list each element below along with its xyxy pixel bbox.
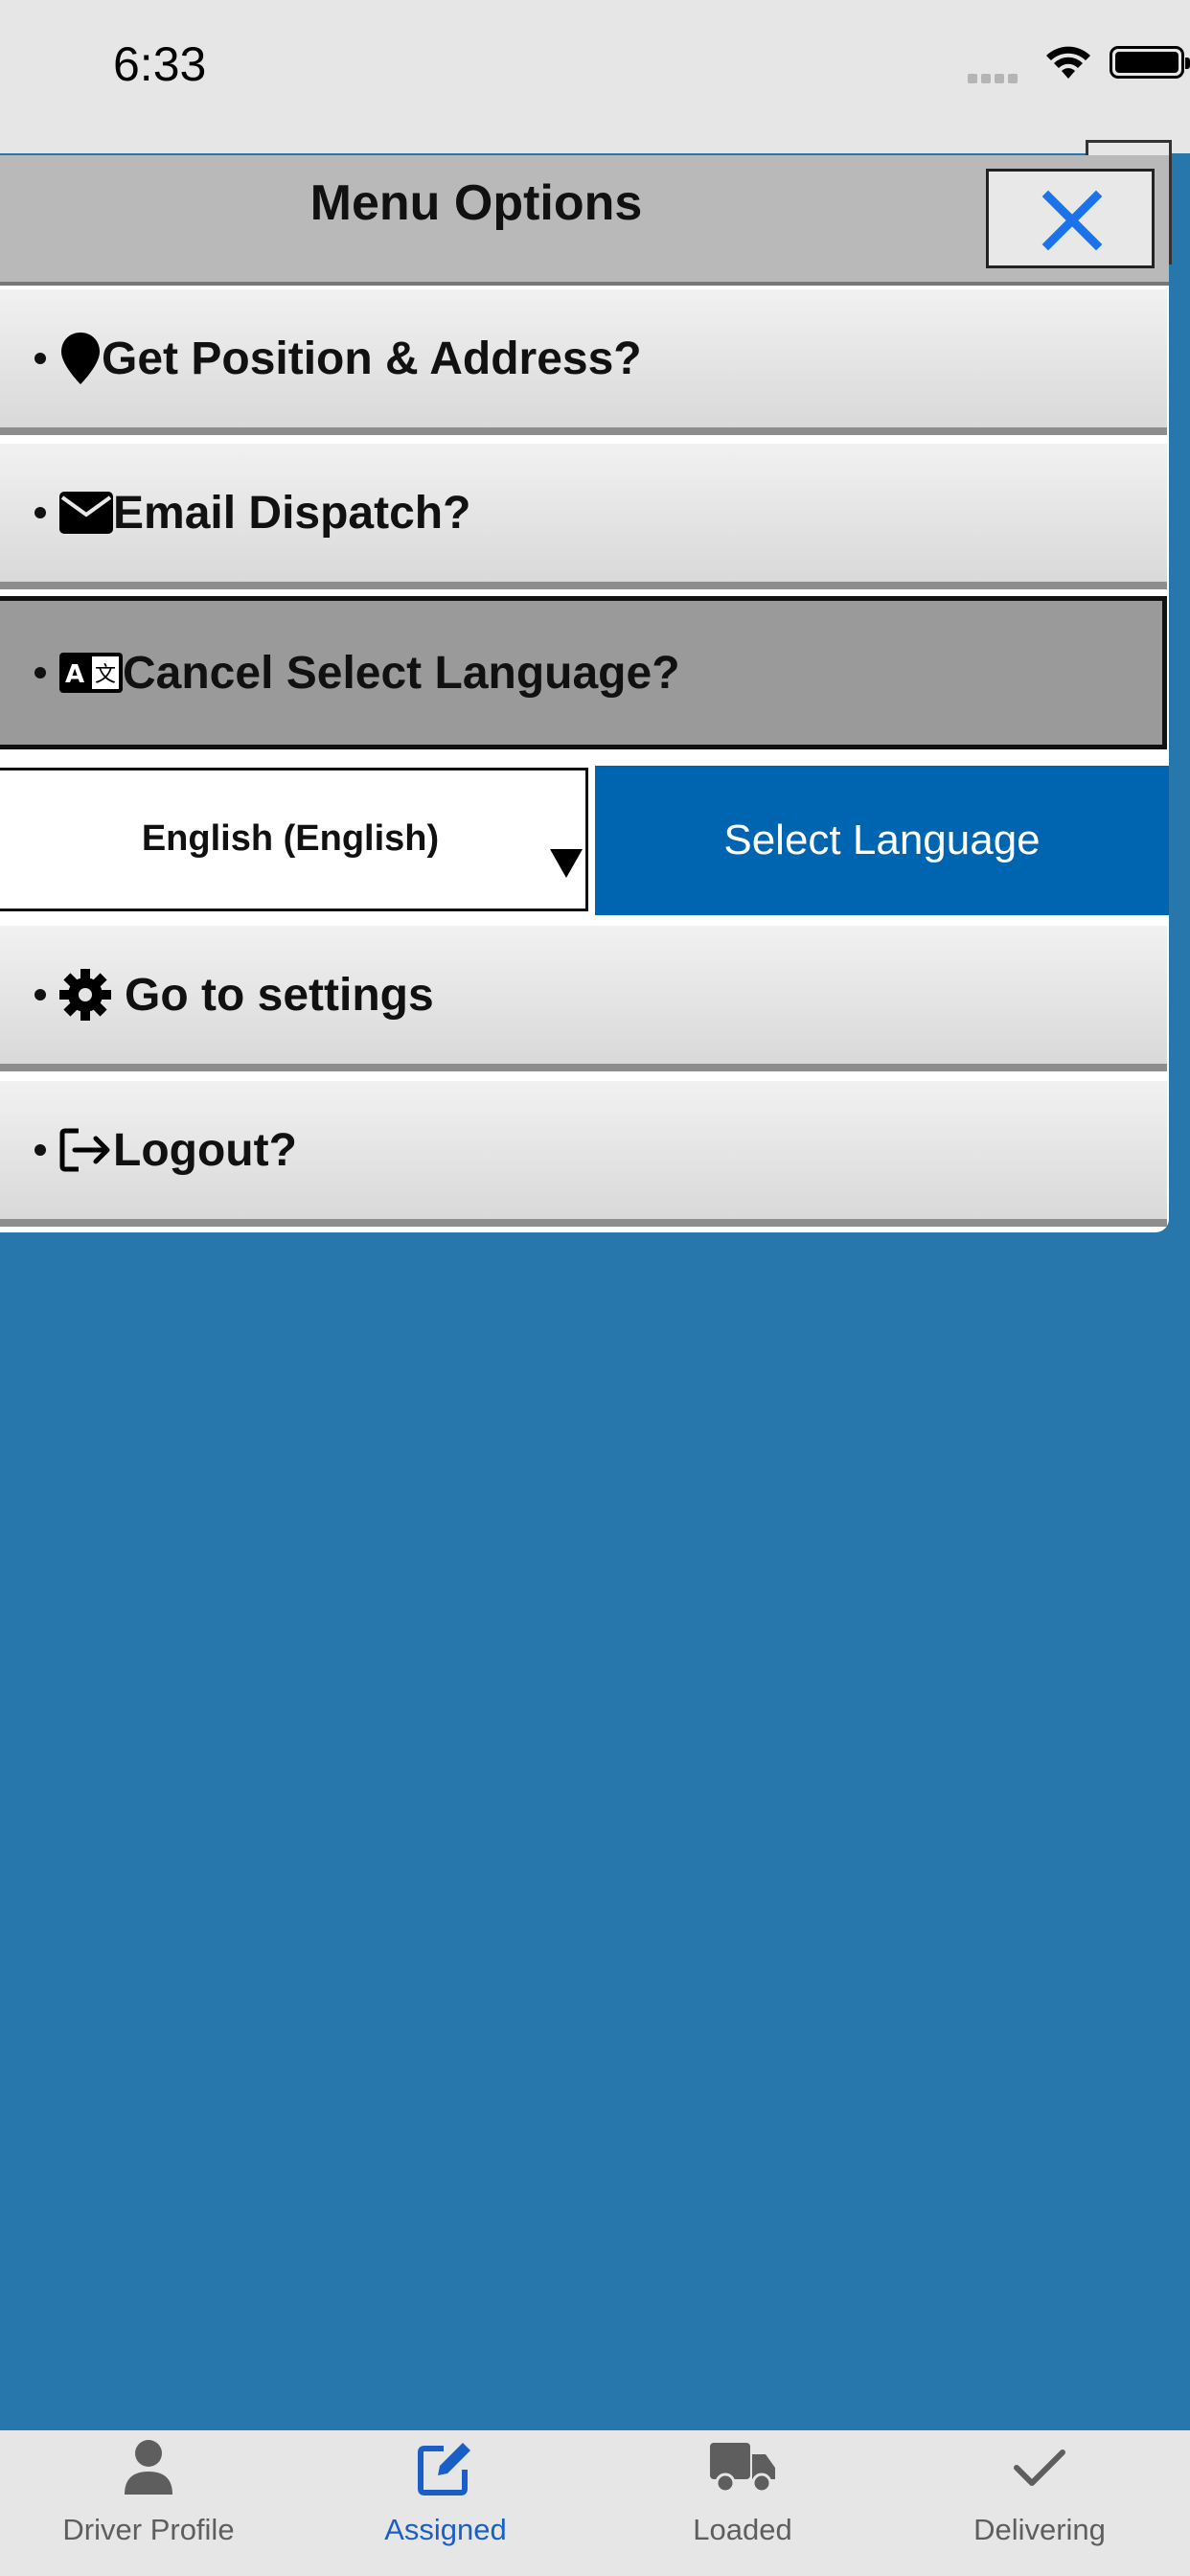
translate-icon: A 文 bbox=[59, 653, 123, 693]
menu-item-label: Cancel Select Language? bbox=[123, 647, 680, 699]
wifi-icon bbox=[1046, 46, 1090, 79]
logout-icon bbox=[59, 1127, 113, 1173]
signal-icon bbox=[968, 71, 1023, 83]
menu-header: Menu Options bbox=[0, 155, 1169, 286]
tab-label: Assigned bbox=[384, 2513, 507, 2546]
tab-assigned[interactable]: Assigned bbox=[297, 2430, 594, 2576]
menu-options-panel: Menu Options Get Position & Address? Ema… bbox=[0, 155, 1169, 1232]
checkmark-icon bbox=[891, 2434, 1188, 2501]
tab-label: Driver Profile bbox=[62, 2513, 235, 2546]
menu-item-label: Go to settings bbox=[125, 969, 434, 1021]
menu-item-label: Email Dispatch? bbox=[113, 487, 471, 539]
menu-item-logout[interactable]: Logout? bbox=[0, 1081, 1167, 1227]
bullet bbox=[34, 989, 46, 1000]
map-pin-icon bbox=[59, 331, 102, 386]
menu-item-label: Logout? bbox=[113, 1124, 297, 1176]
envelope-icon bbox=[59, 492, 113, 534]
tab-delivering[interactable]: Delivering bbox=[891, 2430, 1188, 2576]
tab-loaded[interactable]: Loaded bbox=[594, 2430, 891, 2576]
select-language-button[interactable]: Select Language bbox=[595, 766, 1169, 915]
menu-item-cancel-select-language[interactable]: A 文 Cancel Select Language? bbox=[0, 596, 1167, 749]
menu-item-get-position[interactable]: Get Position & Address? bbox=[0, 289, 1167, 435]
close-button[interactable] bbox=[986, 169, 1155, 268]
person-icon bbox=[0, 2434, 297, 2501]
status-time: 6:33 bbox=[113, 37, 207, 91]
bullet bbox=[34, 353, 46, 364]
tab-bar: Driver Profile Assigned Loaded Deliverin… bbox=[0, 2430, 1190, 2576]
chevron-down-icon bbox=[550, 849, 583, 878]
menu-item-label: Get Position & Address? bbox=[102, 333, 642, 384]
edit-icon bbox=[297, 2434, 594, 2501]
language-select[interactable]: English (English) bbox=[0, 768, 588, 911]
menu-title: Menu Options bbox=[309, 175, 643, 231]
bullet bbox=[34, 507, 46, 518]
svg-text:文: 文 bbox=[95, 663, 116, 687]
tab-driver-profile[interactable]: Driver Profile bbox=[0, 2430, 297, 2576]
menu-item-email-dispatch[interactable]: Email Dispatch? bbox=[0, 444, 1167, 589]
tab-label: Loaded bbox=[693, 2513, 792, 2546]
svg-text:A: A bbox=[65, 660, 84, 689]
language-row: English (English) Select Language bbox=[0, 762, 1169, 918]
truck-icon bbox=[594, 2434, 891, 2501]
gear-icon bbox=[59, 969, 111, 1021]
bullet bbox=[34, 667, 46, 678]
bullet bbox=[34, 1144, 46, 1156]
status-bar: 6:33 bbox=[0, 0, 1190, 153]
battery-icon bbox=[1110, 46, 1190, 79]
tab-label: Delivering bbox=[973, 2513, 1106, 2546]
close-icon bbox=[1041, 190, 1103, 251]
menu-item-go-to-settings[interactable]: Go to settings bbox=[0, 926, 1167, 1071]
language-select-value: English (English) bbox=[141, 818, 440, 859]
